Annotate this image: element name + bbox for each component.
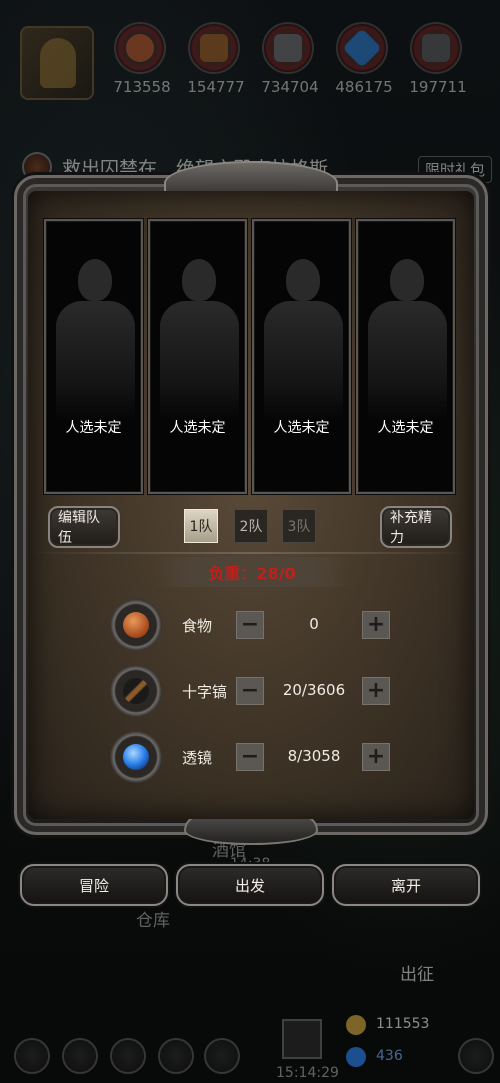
menu-hero-icon[interactable] <box>14 1038 50 1074</box>
resource-food-value: 713558 <box>113 78 171 96</box>
resource-wood-value: 154777 <box>187 78 245 96</box>
gold-counter: 111553 <box>346 1013 466 1037</box>
warehouse-label[interactable]: 仓库 <box>136 906 170 931</box>
adventure-button[interactable]: 冒险 <box>20 864 168 906</box>
menu-bag-icon[interactable] <box>62 1038 98 1074</box>
load-capacity-text: 负重：28/0 <box>208 564 296 583</box>
resource-wood[interactable]: 154777 <box>180 22 252 102</box>
supply-value: 0 <box>309 615 319 633</box>
bottom-menu-bar: 15:14:29 111553 436 <box>0 1005 500 1083</box>
resource-crystal[interactable]: 486175 <box>328 22 400 102</box>
gem-counter: 436 <box>346 1045 466 1069</box>
menu-more-icon[interactable] <box>458 1038 494 1074</box>
resource-iron-value: 734704 <box>261 78 319 96</box>
silhouette-icon <box>182 259 216 301</box>
load-capacity-banner: 负重：28/0 <box>154 557 350 587</box>
pickaxe-item-frame <box>110 665 162 717</box>
supply-row-food: 食物 − 0 + <box>14 599 488 655</box>
supply-name: 食物 <box>182 617 213 635</box>
silhouette-icon <box>78 259 112 301</box>
gold-value: 111553 <box>376 1016 430 1032</box>
party-slot-1[interactable]: 人选未定 <box>44 219 143 494</box>
iron-bar-icon <box>274 34 302 62</box>
expedition-label[interactable]: 出征 <box>400 960 434 985</box>
bottom-ornament <box>184 815 318 845</box>
menu-book-icon[interactable] <box>110 1038 146 1074</box>
blue-gem-icon <box>346 1047 366 1067</box>
party-slot-2[interactable]: 人选未定 <box>148 219 247 494</box>
hero-portrait-icon <box>40 38 76 88</box>
wood-plank-icon <box>200 34 228 62</box>
decrease-lens-button[interactable]: − <box>236 743 264 771</box>
party-slot-3[interactable]: 人选未定 <box>252 219 351 494</box>
lens-orb-icon <box>123 744 149 770</box>
resource-anvil-value: 197711 <box>409 78 467 96</box>
silhouette-icon <box>286 259 320 301</box>
expedition-dialog: 人选未定 人选未定 人选未定 人选未定 编辑队伍 1队 2队 3队 补充精力 负… <box>14 161 488 845</box>
resource-iron[interactable]: 734704 <box>254 22 326 102</box>
supply-value: 8/3058 <box>287 747 341 765</box>
gift-box-icon[interactable] <box>282 1019 322 1059</box>
supply-value: 20/3606 <box>282 681 346 699</box>
supply-name: 十字镐 <box>182 683 228 701</box>
slot-label: 人选未定 <box>377 420 434 436</box>
supply-row-pickaxe: 十字镐 − 20/3606 + <box>14 665 488 721</box>
food-skewer-icon <box>123 612 149 638</box>
edit-team-button[interactable]: 编辑队伍 <box>48 506 120 548</box>
increase-lens-button[interactable]: + <box>362 743 390 771</box>
food-item-frame <box>110 599 162 651</box>
gold-coin-icon <box>346 1015 366 1035</box>
anvil-icon <box>422 34 450 62</box>
menu-guild-icon[interactable] <box>158 1038 194 1074</box>
decrease-food-button[interactable]: − <box>236 611 264 639</box>
resource-bar: 713558 154777 734704 486175 197711 <box>0 18 500 100</box>
slot-label: 人选未定 <box>273 420 330 436</box>
supply-name: 透镜 <box>182 749 213 767</box>
tab-team-3[interactable]: 3队 <box>282 509 316 543</box>
depart-button[interactable]: 出发 <box>176 864 324 906</box>
pickaxe-icon <box>123 678 149 704</box>
resource-food[interactable]: 713558 <box>106 22 178 102</box>
slot-label: 人选未定 <box>169 420 226 436</box>
resource-anvil[interactable]: 197711 <box>402 22 474 102</box>
menu-settings-icon[interactable] <box>204 1038 240 1074</box>
refill-energy-button[interactable]: 补充精力 <box>380 506 452 548</box>
gift-timer: 15:14:29 <box>276 1065 339 1081</box>
silhouette-icon <box>390 259 424 301</box>
player-avatar[interactable] <box>20 26 94 100</box>
tab-team-2[interactable]: 2队 <box>234 509 268 543</box>
party-slot-4[interactable]: 人选未定 <box>356 219 455 494</box>
resource-crystal-value: 486175 <box>335 78 393 96</box>
leave-button[interactable]: 离开 <box>332 864 480 906</box>
crystal-icon <box>342 28 382 68</box>
increase-pickaxe-button[interactable]: + <box>362 677 390 705</box>
increase-food-button[interactable]: + <box>362 611 390 639</box>
gem-value: 436 <box>376 1048 403 1064</box>
decrease-pickaxe-button[interactable]: − <box>236 677 264 705</box>
food-skewer-icon <box>126 34 154 62</box>
tab-team-1[interactable]: 1队 <box>184 509 218 543</box>
section-divider <box>32 552 470 554</box>
lens-item-frame <box>110 731 162 783</box>
slot-label: 人选未定 <box>65 420 122 436</box>
supply-row-lens: 透镜 − 8/3058 + <box>14 731 488 787</box>
